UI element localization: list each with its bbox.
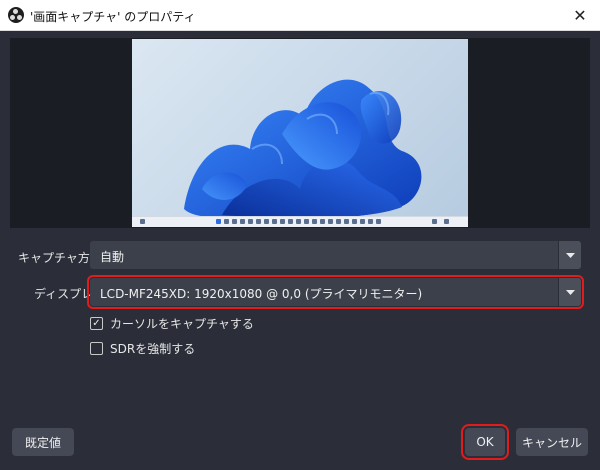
title-bar: '画面キャプチャ' のプロパティ ✕ — [0, 0, 600, 31]
force-sdr-label: SDRを強制する — [110, 342, 196, 356]
display-select[interactable]: LCD-MF245XD: 1920x1080 @ 0,0 (プライマリモニター) — [87, 275, 584, 309]
preview-area — [10, 38, 590, 228]
capture-method-select[interactable]: 自動 — [90, 241, 581, 269]
display-value: LCD-MF245XD: 1920x1080 @ 0,0 (プライマリモニター) — [100, 287, 423, 301]
window-title: '画面キャプチャ' のプロパティ — [30, 10, 196, 24]
obs-logo-icon — [8, 7, 24, 23]
preview-taskbar — [132, 216, 468, 227]
chevron-down-icon — [558, 278, 581, 306]
close-button[interactable]: ✕ — [560, 0, 600, 30]
checkbox-empty-icon — [90, 342, 103, 355]
close-icon: ✕ — [573, 5, 587, 25]
capture-cursor-checkbox[interactable]: ✓ カーソルをキャプチャする — [90, 315, 254, 332]
bloom-wallpaper-image — [184, 79, 422, 220]
preview-screen — [132, 39, 468, 227]
chevron-down-icon — [558, 241, 581, 269]
force-sdr-checkbox[interactable]: SDRを強制する — [90, 340, 195, 357]
defaults-button[interactable]: 既定値 — [12, 428, 74, 456]
capture-cursor-label: カーソルをキャプチャする — [110, 317, 254, 331]
cancel-button[interactable]: キャンセル — [516, 428, 588, 456]
capture-method-value: 自動 — [100, 250, 125, 264]
ok-button[interactable]: OK — [461, 424, 509, 460]
checkmark-icon: ✓ — [90, 317, 103, 330]
